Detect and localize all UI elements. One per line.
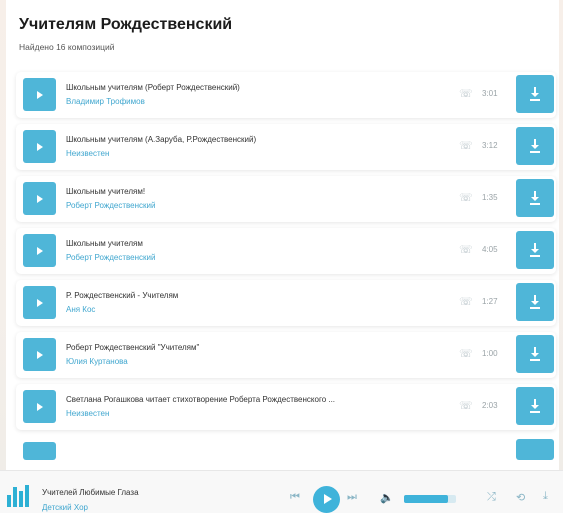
download-button[interactable] bbox=[516, 387, 554, 425]
track-duration: 1:00 bbox=[482, 349, 498, 358]
download-button[interactable] bbox=[516, 283, 554, 321]
play-icon bbox=[37, 403, 43, 411]
track-title[interactable]: Роберт Рождественский "Учителям" bbox=[66, 343, 446, 352]
play-button[interactable] bbox=[23, 78, 56, 111]
track-artist[interactable]: Неизвестен bbox=[66, 149, 446, 158]
phone-icon[interactable]: ☏ bbox=[459, 296, 473, 308]
track-artist[interactable]: Аня Кос bbox=[66, 305, 446, 314]
track-artist[interactable]: Роберт Рождественский bbox=[66, 201, 446, 210]
audio-player: Учителей Любимые Глаза Детский Хор ⏮ ⏭ 🔈… bbox=[0, 470, 563, 513]
track-title[interactable]: Школьным учителям bbox=[66, 239, 446, 248]
play-button[interactable] bbox=[23, 442, 56, 460]
phone-icon[interactable]: ☏ bbox=[459, 244, 473, 256]
volume-slider[interactable] bbox=[404, 495, 456, 503]
track-artist[interactable]: Роберт Рождественский bbox=[66, 253, 446, 262]
track-title[interactable]: Школьным учителям (Роберт Рождественский… bbox=[66, 83, 446, 92]
play-icon bbox=[37, 195, 43, 203]
play-button[interactable] bbox=[23, 130, 56, 163]
volume-fill bbox=[404, 495, 449, 503]
download-button[interactable] bbox=[516, 75, 554, 113]
play-button[interactable] bbox=[23, 286, 56, 319]
track-row-partial[interactable] bbox=[16, 436, 556, 460]
play-icon bbox=[37, 91, 43, 99]
player-track-artist[interactable]: Детский Хор bbox=[42, 503, 88, 512]
player-play-button[interactable] bbox=[313, 486, 340, 513]
track-title[interactable]: Школьным учителям! bbox=[66, 187, 446, 196]
track-title[interactable]: Школьным учителям (А.Зарубa, Р.Рождестве… bbox=[66, 135, 446, 144]
volume-icon[interactable]: 🔈 bbox=[380, 491, 394, 504]
track-artist[interactable]: Неизвестен bbox=[66, 409, 446, 418]
download-button[interactable] bbox=[516, 335, 554, 373]
page-title: Учителям Рождественский bbox=[19, 16, 233, 33]
download-icon[interactable]: ⤓ bbox=[543, 490, 548, 503]
play-icon bbox=[37, 299, 43, 307]
phone-icon[interactable]: ☏ bbox=[459, 192, 473, 204]
play-button[interactable] bbox=[23, 234, 56, 267]
play-icon bbox=[324, 494, 332, 504]
play-button[interactable] bbox=[23, 338, 56, 371]
site-logo[interactable] bbox=[7, 485, 35, 507]
track-duration: 4:05 bbox=[482, 245, 498, 254]
repeat-icon[interactable]: ⟲ bbox=[516, 491, 525, 504]
track-duration: 1:35 bbox=[482, 193, 498, 202]
track-row[interactable]: Светлана Рогашкова читает стихотворение … bbox=[16, 384, 556, 430]
shuffle-icon[interactable]: ⤮ bbox=[487, 491, 496, 504]
track-duration: 2:03 bbox=[482, 401, 498, 410]
play-icon bbox=[37, 351, 43, 359]
next-icon[interactable]: ⏭ bbox=[347, 491, 357, 504]
track-title[interactable]: Светлана Рогашкова читает стихотворение … bbox=[66, 395, 446, 404]
download-button[interactable] bbox=[516, 439, 554, 460]
play-icon bbox=[37, 143, 43, 151]
page: Учителям Рождественский Найдено 16 компо… bbox=[6, 0, 559, 470]
track-artist[interactable]: Владимир Трофимов bbox=[66, 97, 446, 106]
track-row[interactable]: Роберт Рождественский "Учителям" Юлия Ку… bbox=[16, 332, 556, 378]
download-button[interactable] bbox=[516, 179, 554, 217]
track-row[interactable]: Школьным учителям! Роберт Рождественский… bbox=[16, 176, 556, 222]
track-duration: 3:12 bbox=[482, 141, 498, 150]
track-artist[interactable]: Юлия Куртанова bbox=[66, 357, 446, 366]
player-track-title[interactable]: Учителей Любимые Глаза bbox=[42, 488, 139, 497]
results-count: Найдено 16 композиций bbox=[19, 42, 115, 52]
play-button[interactable] bbox=[23, 182, 56, 215]
track-row[interactable]: Школьным учителям (Роберт Рождественский… bbox=[16, 72, 556, 118]
download-button[interactable] bbox=[516, 127, 554, 165]
phone-icon[interactable]: ☏ bbox=[459, 88, 473, 100]
track-row[interactable]: Р. Рождественский - Учителям Аня Кос ☏ 1… bbox=[16, 280, 556, 326]
track-duration: 1:27 bbox=[482, 297, 498, 306]
play-button[interactable] bbox=[23, 390, 56, 423]
previous-icon[interactable]: ⏮ bbox=[290, 491, 300, 504]
track-duration: 3:01 bbox=[482, 89, 498, 98]
phone-icon[interactable]: ☏ bbox=[459, 348, 473, 360]
track-title[interactable]: Р. Рождественский - Учителям bbox=[66, 291, 446, 300]
phone-icon[interactable]: ☏ bbox=[459, 400, 473, 412]
download-button[interactable] bbox=[516, 231, 554, 269]
track-row[interactable]: Школьным учителям (А.Зарубa, Р.Рождестве… bbox=[16, 124, 556, 170]
phone-icon[interactable]: ☏ bbox=[459, 140, 473, 152]
track-row[interactable]: Школьным учителям Роберт Рождественский … bbox=[16, 228, 556, 274]
play-icon bbox=[37, 247, 43, 255]
